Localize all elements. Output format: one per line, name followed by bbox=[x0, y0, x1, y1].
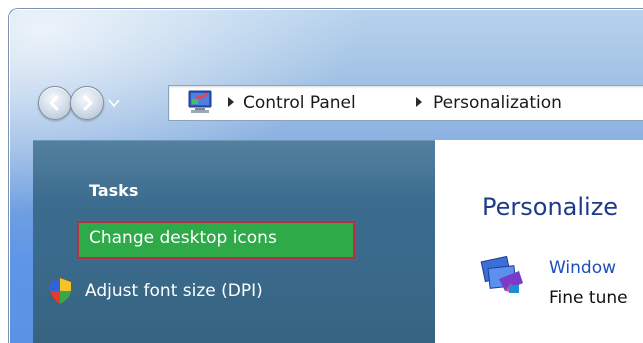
forward-arrow-icon bbox=[83, 95, 93, 111]
explorer-window: Control Panel Personalization Tasks Chan… bbox=[0, 0, 643, 343]
breadcrumb-arrow-icon bbox=[228, 97, 234, 107]
adjust-font-size-link[interactable]: Adjust font size (DPI) bbox=[85, 281, 263, 301]
task-pane: Tasks Change desktop icons Adjust font s… bbox=[33, 140, 435, 343]
adjust-font-size-row[interactable]: Adjust font size (DPI) bbox=[47, 277, 263, 305]
content-area: Personalize Window Fine tune bbox=[435, 140, 643, 343]
window-color-icon bbox=[480, 255, 523, 293]
breadcrumb-control-panel[interactable]: Control Panel bbox=[243, 93, 356, 113]
window-color-description: Fine tune bbox=[549, 288, 628, 308]
back-button[interactable] bbox=[38, 86, 72, 120]
address-bar[interactable]: Control Panel Personalization bbox=[168, 85, 643, 121]
uac-shield-icon bbox=[48, 277, 72, 305]
desktop-strip-left bbox=[0, 0, 10, 343]
desktop-strip-top bbox=[0, 0, 643, 10]
chevron-down-icon bbox=[108, 99, 120, 108]
breadcrumb-personalization[interactable]: Personalization bbox=[433, 93, 562, 113]
window-color-link[interactable]: Window bbox=[549, 258, 616, 278]
recent-pages-button[interactable] bbox=[108, 96, 120, 110]
change-desktop-icons-link[interactable]: Change desktop icons bbox=[89, 228, 277, 248]
tasks-heading: Tasks bbox=[89, 181, 139, 200]
control-panel-icon bbox=[188, 90, 212, 113]
back-arrow-icon bbox=[49, 95, 59, 111]
breadcrumb-arrow-icon bbox=[416, 97, 422, 107]
page-title: Personalize bbox=[482, 193, 619, 221]
forward-button[interactable] bbox=[70, 86, 104, 120]
